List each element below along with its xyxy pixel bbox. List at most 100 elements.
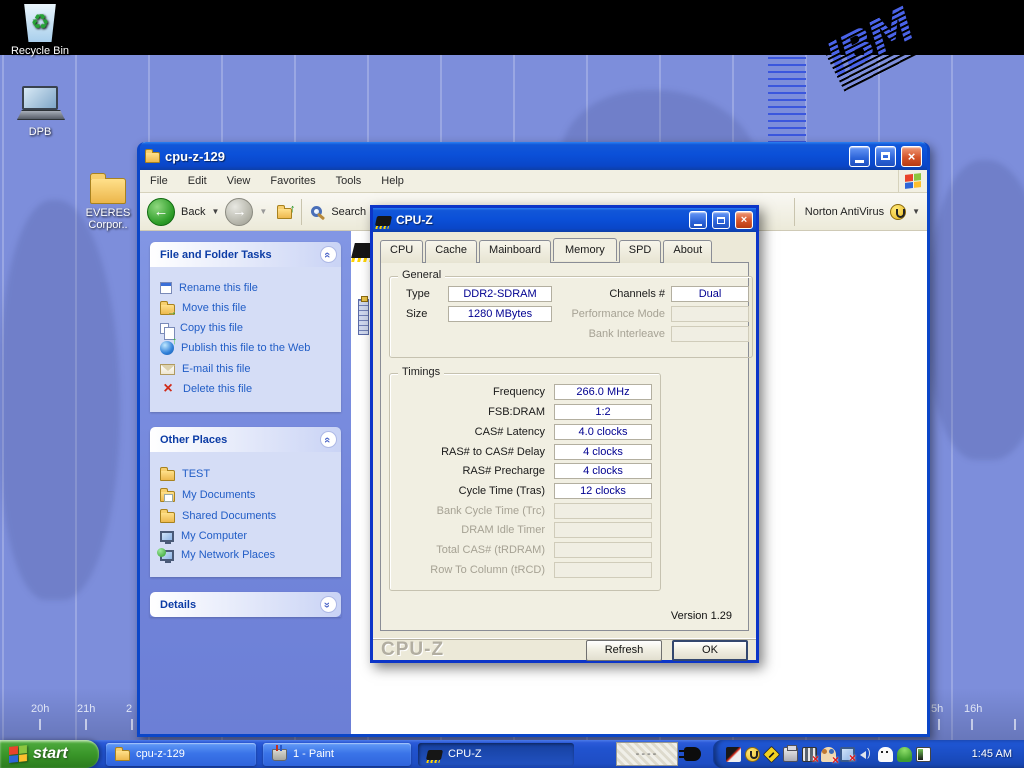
tab-cpu[interactable]: CPU <box>380 240 423 263</box>
task-label[interactable]: Copy this file <box>180 322 243 334</box>
my-documents-icon <box>160 491 175 502</box>
task-email-this-file[interactable]: E-mail this file <box>160 362 337 375</box>
timezone-tick <box>1014 719 1016 730</box>
place-label[interactable]: Shared Documents <box>182 510 276 522</box>
taskbar-task-cpuz[interactable]: CPU-Z <box>418 743 574 766</box>
video-disabled-icon[interactable] <box>802 747 817 762</box>
task-rename-this-file[interactable]: Rename this file <box>160 282 337 294</box>
network-pc-disabled-icon[interactable] <box>840 747 855 762</box>
place-label[interactable]: My Computer <box>181 530 247 542</box>
menu-file[interactable]: File <box>140 170 178 192</box>
tab-spd[interactable]: SPD <box>619 240 662 263</box>
menu-favorites[interactable]: Favorites <box>260 170 325 192</box>
norton-antivirus-segment[interactable]: Norton AntiVirus ▼ <box>794 198 920 226</box>
power-plug-icon[interactable] <box>684 747 701 761</box>
details-panel-header[interactable]: Details « <box>150 592 341 617</box>
media-window-icon[interactable] <box>916 747 931 762</box>
forward-button[interactable]: → <box>225 198 253 226</box>
plant-icon[interactable] <box>897 747 912 762</box>
timing-label: RAS# to CAS# Delay <box>441 446 545 458</box>
task-move-this-file[interactable]: Move this file <box>160 301 337 315</box>
place-label[interactable]: My Documents <box>182 489 255 501</box>
ghost-icon[interactable] <box>878 747 893 762</box>
timing-label: Frequency <box>493 386 545 398</box>
tab-about[interactable]: About <box>663 240 712 263</box>
taskbar-task-paint[interactable]: 1 - Paint <box>263 743 411 766</box>
timing-value-field <box>554 503 652 519</box>
minimize-button[interactable] <box>849 146 870 167</box>
menu-help[interactable]: Help <box>371 170 414 192</box>
place-my-documents[interactable]: My Documents <box>160 488 337 502</box>
timezone-tick <box>971 719 973 730</box>
details-panel: Details « <box>150 592 341 617</box>
ok-button[interactable]: OK <box>672 640 748 661</box>
volume-icon[interactable] <box>859 747 874 762</box>
back-button[interactable]: ← <box>147 198 175 226</box>
task-label[interactable]: Publish this file to the Web <box>181 342 310 354</box>
taskbar-toolbar-button[interactable]: ---- <box>616 742 678 766</box>
other-places-panel-header[interactable]: Other Places « <box>150 427 341 452</box>
task-label[interactable]: E-mail this file <box>182 363 250 375</box>
timezone-label: 5h <box>931 703 943 715</box>
task-label[interactable]: Move this file <box>182 302 246 314</box>
timings-row: RAS# to CAS# Delay4 clocks <box>390 444 652 460</box>
back-label[interactable]: Back <box>181 206 205 218</box>
explorer-task-pane: File and Folder Tasks « Rename this file… <box>140 231 351 734</box>
search-label[interactable]: Search <box>331 206 366 218</box>
printer-icon[interactable] <box>783 747 798 762</box>
start-button[interactable]: start <box>0 740 99 768</box>
taskbar-task-cpu-z-129[interactable]: cpu-z-129 <box>106 743 256 766</box>
menu-tools[interactable]: Tools <box>326 170 372 192</box>
maximize-button[interactable] <box>712 211 730 229</box>
place-my-computer[interactable]: My Computer <box>160 530 337 542</box>
start-label: start <box>33 745 68 763</box>
place-my-network-places[interactable]: My Network Places <box>160 549 337 561</box>
up-folder-button[interactable] <box>277 208 292 219</box>
back-dropdown-icon[interactable]: ▼ <box>211 207 219 216</box>
dimm-file-icon[interactable] <box>358 299 369 335</box>
search-icon[interactable] <box>311 206 322 217</box>
channels-value-field: Dual <box>671 286 749 302</box>
panel-title: Other Places <box>160 434 227 446</box>
taskbar-clock[interactable]: 1:45 AM <box>972 748 1018 760</box>
menu-edit[interactable]: Edit <box>178 170 217 192</box>
place-shared-documents[interactable]: Shared Documents <box>160 509 337 523</box>
norton-dropdown-icon[interactable]: ▼ <box>912 207 920 216</box>
wallpaper-map-shape <box>930 160 1024 460</box>
desktop-icon-dpb[interactable]: DPB <box>1 86 79 138</box>
file-tasks-panel-header[interactable]: File and Folder Tasks « <box>150 242 341 267</box>
close-button[interactable]: × <box>735 211 753 229</box>
refresh-button[interactable]: Refresh <box>586 640 662 661</box>
chip-icon <box>426 750 443 760</box>
task-label: 1 - Paint <box>293 748 334 760</box>
task-label[interactable]: Rename this file <box>179 282 258 294</box>
alert-diamond-icon[interactable] <box>763 745 780 762</box>
tab-memory[interactable]: Memory <box>553 238 617 261</box>
users-disabled-icon[interactable] <box>821 747 836 762</box>
place-test[interactable]: TEST <box>160 467 337 481</box>
place-label[interactable]: TEST <box>182 468 210 480</box>
cpuz-titlebar[interactable]: CPU-Z × <box>373 208 756 232</box>
task-copy-this-file[interactable]: Copy this file <box>160 322 337 334</box>
display-adapter-icon[interactable] <box>726 747 741 762</box>
menu-view[interactable]: View <box>217 170 261 192</box>
task-publish-this-file[interactable]: Publish this file to the Web <box>160 341 337 355</box>
norton-antivirus-icon[interactable] <box>745 747 760 762</box>
place-label[interactable]: My Network Places <box>181 549 275 561</box>
forward-dropdown-icon[interactable]: ▼ <box>259 207 267 216</box>
chevron-down-icon[interactable]: « <box>320 596 337 613</box>
chevron-up-icon[interactable]: « <box>320 246 337 263</box>
version-text: Version 1.29 <box>671 610 732 622</box>
folder-icon <box>160 470 175 481</box>
desktop-icon-everes[interactable]: EVERES Corpor.. <box>77 172 139 231</box>
task-label[interactable]: Delete this file <box>183 383 252 395</box>
tab-mainboard[interactable]: Mainboard <box>479 240 551 263</box>
desktop-icon-recycle-bin[interactable]: Recycle Bin <box>1 4 79 57</box>
minimize-button[interactable] <box>689 211 707 229</box>
tab-cache[interactable]: Cache <box>425 240 477 263</box>
chevron-up-icon[interactable]: « <box>320 431 337 448</box>
explorer-titlebar[interactable]: cpu-z-129 × <box>140 142 927 170</box>
maximize-button[interactable] <box>875 146 896 167</box>
task-delete-this-file[interactable]: × Delete this file <box>160 382 337 396</box>
close-button[interactable]: × <box>901 146 922 167</box>
